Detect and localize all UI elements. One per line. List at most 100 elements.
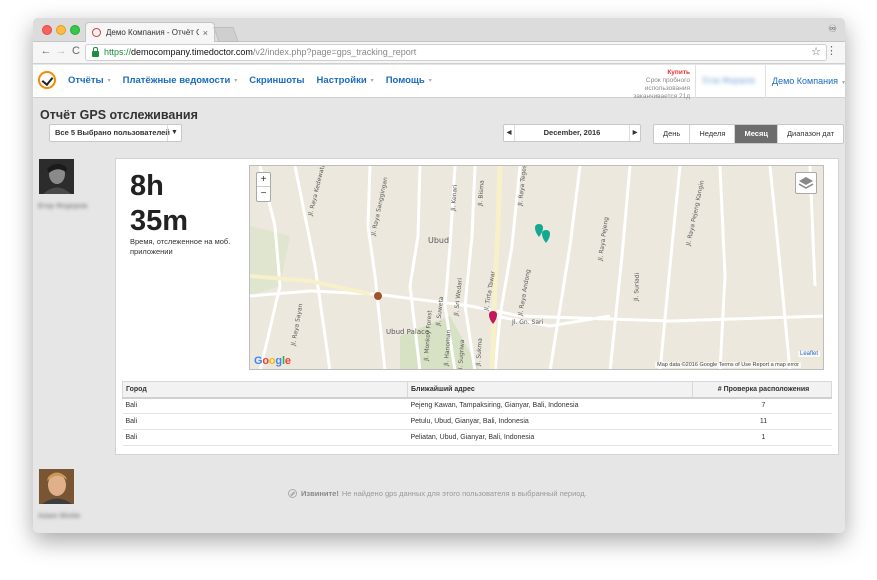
cell-city: Bali [122, 429, 408, 446]
table-row: Bali Peliatan, Ubud, Gianyar, Bali, Indo… [122, 429, 832, 446]
menu-label: Платёжные ведомости [122, 75, 231, 86]
range-month-button[interactable]: Месяц [735, 125, 778, 143]
back-button[interactable]: ← [39, 45, 53, 57]
address-bar[interactable]: https:// democompany.timedoctor.com /v2/… [85, 44, 827, 61]
map-label: Ubud [428, 236, 449, 245]
browser-tab[interactable]: Демо Компания - Отчёт GPS × [85, 22, 215, 42]
url-host: democompany.timedoctor.com [131, 47, 253, 57]
column-header-checks[interactable]: # Проверка расположения [692, 381, 832, 399]
table-header-row: Город Ближайший адрес # Проверка располо… [122, 381, 832, 399]
url-scheme: https:// [104, 47, 132, 57]
current-user-name[interactable]: Егор Федоров [703, 76, 755, 85]
map-layers-button[interactable] [795, 172, 817, 194]
cell-checks: 1 [692, 429, 832, 446]
lock-icon [92, 46, 99, 57]
cell-checks: 7 [692, 397, 832, 414]
cell-city: Bali [122, 397, 408, 414]
gps-map[interactable]: Ubud Ubud Palace Jl. Raya Sanggingan Jl.… [249, 165, 824, 370]
avatar [39, 159, 74, 194]
timedoctor-logo-icon[interactable] [38, 71, 56, 89]
menu-label: Настройки [316, 75, 367, 86]
table-row: Bali Pejeng Kawan, Tampaksiring, Gianyar… [122, 397, 832, 414]
browser-window: Демо Компания - Отчёт GPS × ♾ ← → C http… [33, 18, 845, 533]
caret-down-icon: ▾ [107, 78, 111, 84]
menu-settings[interactable]: Настройки ▾ [317, 75, 374, 86]
menu-reports[interactable]: Отчёты ▾ [68, 75, 111, 86]
chevron-down-icon: ▼ [167, 125, 181, 141]
main-menu: Отчёты ▾ Платёжные ведомости ▾ Скриншоты Н… [68, 75, 444, 86]
leaflet-link[interactable]: Leaflet [797, 351, 820, 357]
user-name: Егор Федоров [38, 203, 88, 210]
month-label: December, 2016 [543, 128, 601, 137]
zoom-in-button[interactable]: + [257, 173, 270, 187]
ban-icon [288, 489, 297, 498]
avatar [39, 469, 74, 504]
close-window-button[interactable] [42, 25, 52, 35]
menu-label: Отчёты [68, 75, 104, 86]
menu-label: Помощь [385, 75, 425, 86]
menu-help[interactable]: Помощь ▾ [386, 75, 432, 86]
trial-line-2: использования [644, 85, 690, 92]
gps-locations-table: Город Ближайший адрес # Проверка располо… [122, 381, 832, 446]
tab-strip: Демо Компания - Отчёт GPS × ♾ [33, 18, 845, 42]
minimize-window-button[interactable] [56, 25, 66, 35]
map-zoom-control: + − [256, 172, 271, 202]
layers-icon [798, 177, 814, 189]
user-select-value: Все 5 Выбрано пользователей [55, 128, 170, 137]
map-label: Ubud Palace [386, 328, 429, 336]
prev-month-button[interactable]: ◀ [504, 125, 515, 141]
menu-screenshots[interactable]: Скриншоты [249, 75, 304, 86]
cell-address: Peliatan, Ubud, Gianyar, Bali, Indonesia [407, 429, 693, 446]
table-row: Bali Petulu, Ubud, Gianyar, Bali, Indone… [122, 413, 832, 430]
month-navigator: ◀ December, 2016 ▶ [503, 124, 641, 142]
maximize-window-button[interactable] [70, 25, 80, 35]
browser-menu-icon[interactable]: ⋮ [826, 44, 837, 57]
user-name: Adam Wintle [38, 513, 81, 520]
trial-notice: Купить Срок пробного использования закан… [628, 69, 690, 101]
no-data-message: Извините! Не найдено gps данных для этог… [288, 489, 587, 498]
new-tab-button[interactable] [213, 27, 239, 42]
map-tiles: Ubud Ubud Palace Jl. Raya Sanggingan Jl.… [250, 166, 823, 369]
url-path: /v2/index.php?page=gps_tracking_report [252, 47, 417, 57]
tab-close-icon[interactable]: × [203, 28, 208, 38]
tracked-time: 8h 35m [130, 169, 188, 239]
no-data-text: Не найдено gps данных для этого пользова… [341, 489, 587, 498]
google-letter: e [284, 355, 291, 367]
google-logo[interactable]: Google [254, 355, 291, 367]
palace-poi-icon [374, 292, 382, 300]
forward-button[interactable]: → [54, 45, 68, 57]
tracked-time-note: Время, отслеженное на моб. приложении [130, 237, 231, 256]
reload-button[interactable]: C [69, 45, 83, 57]
column-header-address[interactable]: Ближайший адрес [407, 381, 693, 399]
header-divider [765, 65, 766, 98]
trial-line-3: заканчивается 21д [633, 93, 690, 100]
range-day-button[interactable]: День [654, 125, 691, 143]
cell-city: Bali [122, 413, 408, 430]
user-gps-card: 8h 35m Время, отслеженное на моб. прилож… [115, 158, 839, 455]
map-attribution[interactable]: Map data ©2016 Google Terms of Use Repor… [655, 362, 801, 368]
page-title: Отчёт GPS отслеживания [40, 108, 198, 122]
timedoctor-favicon-icon [92, 28, 101, 37]
caret-down-icon: ▾ [234, 78, 238, 84]
map-label: Jl. Gn. Sari [511, 319, 543, 326]
company-name: Демо Компания [772, 76, 838, 86]
cell-address: Petulu, Ubud, Gianyar, Bali, Indonesia [407, 413, 693, 430]
app-header: Отчёты ▾ Платёжные ведомости ▾ Скриншоты Н… [33, 65, 845, 101]
bookmark-star-icon[interactable]: ☆ [811, 45, 821, 58]
next-month-button[interactable]: ▶ [629, 125, 640, 141]
caret-down-icon: ▾ [370, 78, 374, 84]
zoom-out-button[interactable]: − [257, 187, 270, 201]
user-select-dropdown[interactable]: Все 5 Выбрано пользователей ▼ [49, 124, 182, 142]
range-selector: День Неделя Месяц Диапазон дат [653, 124, 845, 144]
company-switcher[interactable]: Демо Компания ▾ [772, 76, 845, 86]
range-custom-button[interactable]: Диапазон дат [778, 125, 843, 143]
no-data-sorry: Извините! [301, 489, 339, 498]
range-week-button[interactable]: Неделя [690, 125, 736, 143]
buy-link[interactable]: Купить [628, 69, 690, 77]
menu-payroll[interactable]: Платёжные ведомости ▾ [123, 75, 238, 86]
tracked-minutes: 35m [130, 205, 189, 237]
column-header-city[interactable]: Город [122, 381, 408, 399]
caret-down-icon: ▾ [841, 80, 845, 86]
browser-toolbar: ← → C https:// democompany.timedoctor.co… [33, 42, 845, 64]
tab-title: Демо Компания - Отчёт GPS [106, 28, 199, 37]
